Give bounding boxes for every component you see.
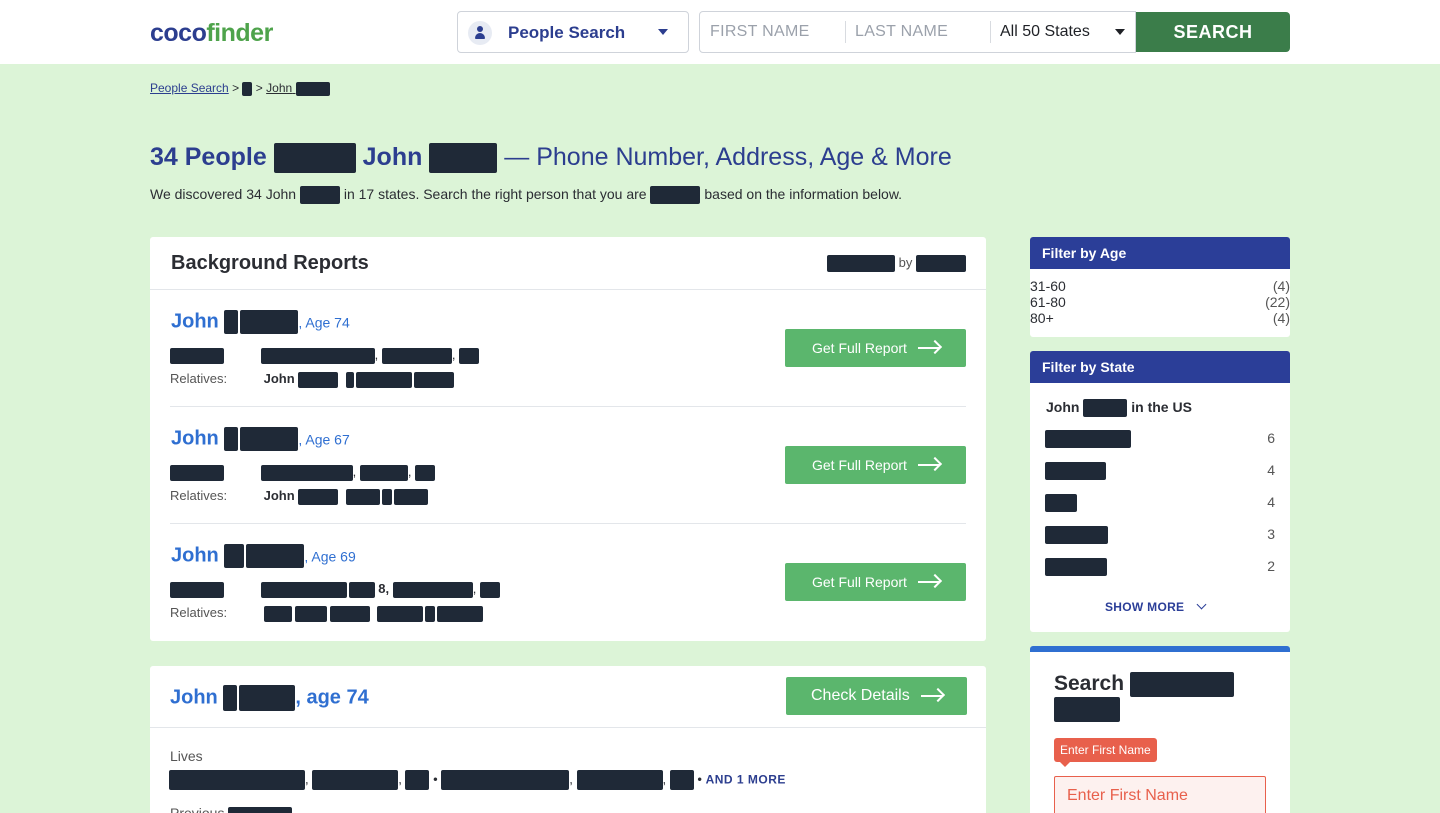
page-title: 34 People John — Phone Number, Address, … (150, 143, 952, 174)
person-name-link[interactable]: John , age 74 (170, 685, 369, 711)
relatives-line: Relatives: John (170, 488, 428, 505)
breadcrumb-people-search[interactable]: People Search (150, 81, 229, 95)
side-search-panel: Search Enter First Name (1030, 646, 1290, 813)
check-details-button[interactable]: Check Details (786, 677, 967, 715)
address-line: , , (170, 464, 436, 481)
redacted-block (299, 186, 340, 205)
side-search-title: Search (1054, 672, 1234, 722)
page-subtitle: We discovered 34 John in 17 states. Sear… (150, 186, 902, 205)
last-name-input[interactable]: LAST NAME (845, 12, 990, 52)
redacted-block[interactable] (242, 81, 253, 96)
sponsor-line: by (827, 255, 966, 273)
card-title: Background Reports (171, 252, 369, 274)
search-type-dropdown[interactable]: People Search (457, 11, 689, 53)
and-more-link[interactable]: AND 1 MORE (706, 772, 786, 786)
lives-addresses: , , • , , • AND 1 MORE (169, 770, 786, 790)
state-select[interactable]: All 50 States (1000, 23, 1090, 41)
arrow-right-icon (918, 347, 940, 349)
person-name-link[interactable]: John , Age 67 (171, 427, 350, 451)
person-name-link[interactable]: John , Age 74 (171, 310, 350, 334)
search-form: FIRST NAME LAST NAME All 50 States (699, 11, 1136, 53)
redacted-block (827, 255, 896, 273)
search-type-label: People Search (508, 23, 626, 42)
top-header: cocofinder People Search FIRST NAME LAST… (0, 0, 1440, 64)
report-row: John , Age 67 , , Relatives: John Get Fu… (170, 407, 966, 524)
arrow-right-icon (921, 695, 943, 697)
lives-label: Lives (170, 748, 203, 764)
redacted-block (916, 255, 966, 273)
redacted-block (273, 143, 356, 174)
person-name-link[interactable]: John , Age 69 (171, 544, 356, 568)
address-line: 8, , (170, 581, 500, 598)
first-name-input[interactable]: FIRST NAME (700, 12, 845, 52)
age-filter-list: 31-60 (4) 61-80 (22) 80+ (4) (1030, 269, 1290, 326)
age-filter-item[interactable]: 31-60 (4) (1030, 278, 1290, 294)
caret-down-icon[interactable] (1115, 29, 1125, 35)
filter-by-age-panel: Filter by Age 31-60 (4) 61-80 (22) 80+ (4) (1030, 237, 1290, 337)
breadcrumb: People Search > > John (150, 81, 330, 96)
person-detail-card: John , age 74 Check Details Lives , , • … (150, 666, 986, 813)
arrow-right-icon (918, 581, 940, 583)
age-filter-item[interactable]: 61-80 (22) (1030, 294, 1290, 310)
state-filter-item[interactable]: 3 (1045, 526, 1275, 544)
report-row: John , Age 74 , , Relatives: John Get Fu… (170, 290, 966, 407)
caret-down-icon (658, 29, 668, 35)
search-button[interactable]: SEARCH (1136, 12, 1290, 52)
state-filter-item[interactable]: 2 (1045, 558, 1275, 576)
validation-tooltip: Enter First Name (1054, 738, 1157, 767)
person-detail-header: John , age 74 Check Details (150, 666, 986, 728)
cocofinder-logo[interactable]: cocofinder (150, 19, 273, 48)
filter-state-title: Filter by State (1030, 351, 1290, 383)
filter-age-title: Filter by Age (1030, 237, 1290, 269)
show-more-button[interactable]: SHOW MORE (1105, 600, 1184, 614)
chevron-down-icon[interactable] (1196, 599, 1207, 610)
state-filter-item[interactable]: 4 (1045, 462, 1275, 480)
first-name-field[interactable] (1054, 776, 1266, 813)
card-header: Background Reports by (150, 237, 986, 290)
previous-label: Previous (170, 805, 293, 813)
age-filter-item[interactable]: 80+ (4) (1030, 310, 1290, 326)
background-reports-card: Background Reports by John , Age 74 , , … (150, 237, 986, 641)
get-full-report-button[interactable]: Get Full Report (785, 446, 966, 484)
redacted-block (429, 143, 498, 174)
redacted-block (295, 81, 330, 96)
person-icon (468, 21, 492, 45)
relatives-line: Relatives: John (170, 371, 454, 388)
report-row: John , Age 69 8, , Relatives: Get Full R… (170, 524, 966, 641)
state-filter-item[interactable]: 4 (1045, 494, 1275, 512)
relatives-line: Relatives: (170, 605, 484, 622)
arrow-right-icon (918, 464, 940, 466)
get-full-report-button[interactable]: Get Full Report (785, 329, 966, 367)
get-full-report-button[interactable]: Get Full Report (785, 563, 966, 601)
filter-by-state-panel: Filter by State John in the US 6 4 4 3 2… (1030, 351, 1290, 632)
state-filter-item[interactable]: 6 (1045, 430, 1275, 448)
breadcrumb-current: John (266, 81, 330, 96)
address-line: , , (170, 347, 480, 364)
divider (990, 21, 991, 43)
state-list-heading: John in the US (1046, 399, 1192, 418)
redacted-block (650, 186, 701, 205)
